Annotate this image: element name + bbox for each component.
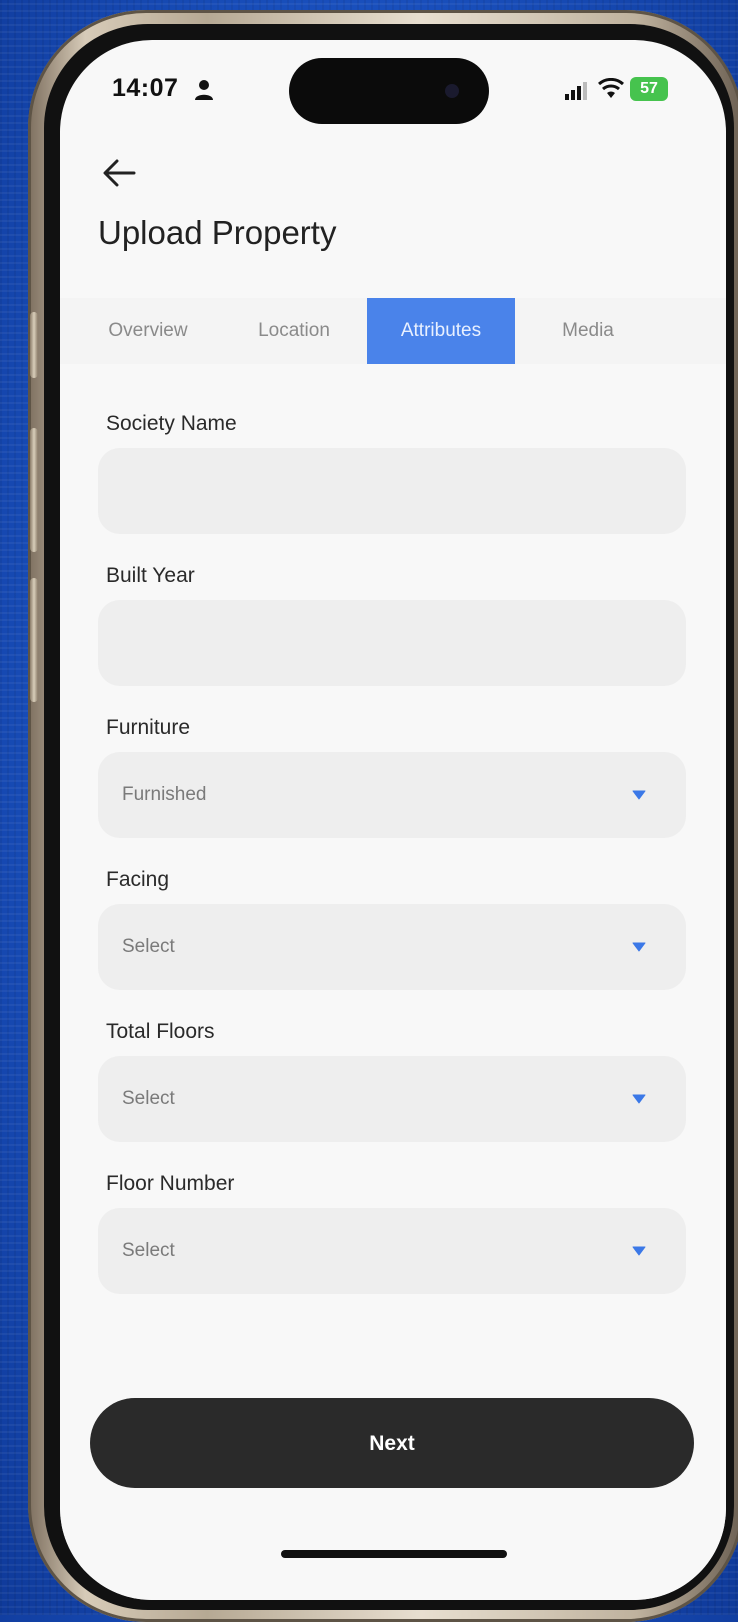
caret-down-icon <box>632 942 646 952</box>
camera-icon <box>445 84 459 98</box>
volume-down-button <box>30 578 38 702</box>
tab-overview[interactable]: Overview <box>78 298 218 364</box>
wifi-icon <box>598 78 624 98</box>
furniture-dropdown[interactable]: Furnished <box>98 752 686 838</box>
page-title: Upload Property <box>98 214 337 251</box>
total-floors-dropdown[interactable]: Select <box>98 1056 686 1142</box>
tab-location[interactable]: Location <box>224 298 364 364</box>
total-floors-label: Total Floors <box>106 1020 215 1043</box>
furniture-selected-value: Furnished <box>122 784 207 805</box>
person-icon <box>195 80 213 100</box>
tab-media[interactable]: Media <box>518 298 658 364</box>
tab-attributes[interactable]: Attributes <box>367 298 515 364</box>
total-floors-selected-value: Select <box>122 1088 175 1109</box>
furniture-label: Furniture <box>106 716 191 739</box>
cellular-signal-icon <box>565 82 587 100</box>
caret-down-icon <box>632 1094 646 1104</box>
facing-dropdown[interactable]: Select <box>98 904 686 990</box>
floor-number-label: Floor Number <box>106 1172 235 1195</box>
dynamic-island <box>289 58 489 124</box>
next-button[interactable]: Next <box>90 1398 694 1488</box>
floor-number-selected-value: Select <box>122 1240 175 1261</box>
built-year-input[interactable] <box>98 600 686 686</box>
status-bar: 14:07 57 <box>60 40 726 150</box>
built-year-label: Built Year <box>106 564 195 587</box>
society-name-label: Society Name <box>106 412 237 435</box>
facing-label: Facing <box>106 868 170 891</box>
app-screen: 14:07 57 Upload Property Overview Locati… <box>60 40 726 1600</box>
back-arrow-icon[interactable] <box>102 158 136 188</box>
facing-selected-value: Select <box>122 936 175 957</box>
society-name-input[interactable] <box>98 448 686 534</box>
caret-down-icon <box>632 790 646 800</box>
volume-up-button <box>30 428 38 552</box>
home-indicator[interactable] <box>281 1550 507 1558</box>
caret-down-icon <box>632 1246 646 1256</box>
battery-indicator: 57 <box>630 77 668 101</box>
status-time: 14:07 <box>112 74 179 102</box>
floor-number-dropdown[interactable]: Select <box>98 1208 686 1294</box>
tab-bar: Overview Location Attributes Media <box>60 298 726 364</box>
action-button <box>30 312 38 378</box>
